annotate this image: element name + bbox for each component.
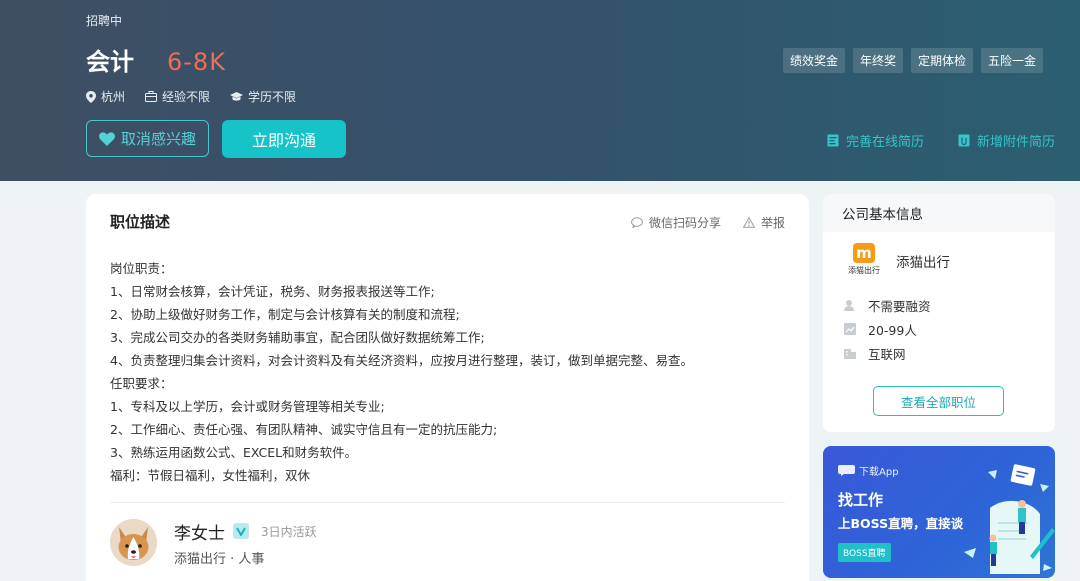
benefit-tag: 绩效奖金 — [782, 48, 845, 73]
company-facts: 不需要融资 20-99人 互联网 — [844, 293, 1055, 365]
app-tag: 下载App — [838, 463, 899, 478]
desc-line: 岗位职责： — [110, 261, 173, 276]
logo-mark: m — [853, 243, 875, 263]
resume-icon — [827, 134, 839, 147]
app-tag-text: 下载App — [859, 467, 899, 478]
corgi-avatar-icon — [110, 519, 157, 566]
boss-app-button[interactable]: BOSS直聘 — [838, 543, 891, 562]
heart-icon — [99, 131, 115, 146]
financing-icon — [844, 300, 854, 311]
logo-text: 添猫出行 — [848, 266, 880, 275]
title-row: 会计 6-8K — [86, 42, 226, 77]
desc-line: 4、负责整理归集会计资料，对会计资料及有关经济资料，应按月进行整理，装订，做到单… — [110, 353, 693, 368]
wechat-share-label: 微信扫码分享 — [648, 216, 721, 230]
app-title: 找工作 — [838, 491, 884, 509]
company-main[interactable]: m 添猫出行 添猫出行 — [847, 243, 1055, 279]
desc-line: 福利：节假日福利，女性福利，双休 — [110, 468, 311, 483]
warning-icon — [742, 217, 755, 228]
app-download-banner[interactable]: 下载App 找工作 上BOSS直聘，直接谈 BOSS直聘 — [823, 446, 1055, 578]
complete-resume-label: 完善在线简历 — [845, 135, 924, 150]
add-attachment-label: 新增附件简历 — [976, 135, 1055, 150]
verified-icon — [233, 523, 249, 539]
benefit-tags: 绩效奖金 年终奖 定期体检 五险一金 — [775, 48, 1043, 73]
view-all-jobs-button[interactable]: 查看全部职位 — [873, 386, 1004, 416]
cancel-interest-button[interactable]: 取消感兴趣 — [86, 120, 209, 157]
industry-text: 互联网 — [868, 346, 906, 362]
company-info-card: 公司基本信息 m 添猫出行 添猫出行 不需要融资 20-99人 互联网 查看全部… — [823, 194, 1055, 432]
experience: 经验不限 — [145, 88, 210, 105]
job-title: 会计 — [86, 48, 134, 76]
recruiter-info[interactable]: 李女士 3日内活跃 添猫出行 · 人事 — [110, 519, 317, 567]
company-name[interactable]: 添猫出行 — [896, 251, 950, 271]
recruiter-details: 李女士 3日内活跃 添猫出行 · 人事 — [174, 519, 317, 567]
desc-line: 2、工作细心、责任心强、有团队精神、诚实守信且有一定的抗压能力; — [110, 422, 498, 437]
wechat-share-button[interactable]: 微信扫码分享 — [631, 214, 721, 231]
desc-line: 任职要求： — [110, 376, 173, 391]
desc-line: 3、完成公司交办的各类财务辅助事宜，配合团队做好数据统筹工作; — [110, 330, 485, 345]
company-logo: m 添猫出行 — [847, 243, 881, 279]
chat-now-button[interactable]: 立即沟通 — [222, 120, 346, 158]
desc-line: 1、专科及以上学历，会计或财务管理等相关专业; — [110, 399, 385, 414]
cancel-interest-label: 取消感兴趣 — [120, 130, 196, 148]
job-description-text: 岗位职责： 1、日常财会核算，会计凭证，税务、财务报表报送等工作; 2、协助上级… — [110, 257, 693, 487]
job-description-card: 职位描述 微信扫码分享 举报 岗位职责： 1、日常财会核算，会计凭证，税务、财务… — [86, 194, 809, 581]
company-size: 20-99人 — [844, 317, 1055, 341]
report-label: 举报 — [760, 216, 785, 230]
company-financing: 不需要融资 — [844, 293, 1055, 317]
job-meta: 杭州 经验不限 学历不限 — [86, 88, 316, 105]
job-offer-illustration-icon — [964, 464, 1055, 574]
education-text: 学历不限 — [248, 90, 297, 104]
attachment-resume-icon — [958, 134, 970, 147]
recruiter-name: 李女士 — [174, 523, 225, 544]
benefit-tag: 五险一金 — [980, 48, 1043, 73]
job-status: 招聘中 — [86, 14, 123, 28]
recruiter-active-status: 3日内活跃 — [261, 524, 317, 539]
resume-links: 完善在线简历 新增附件简历 — [793, 131, 1055, 150]
section-title: 职位描述 — [110, 213, 171, 231]
experience-text: 经验不限 — [162, 90, 211, 104]
recruiter-name-row: 李女士 3日内活跃 — [174, 519, 317, 544]
desc-line: 1、日常财会核算，会计凭证，税务、财务报表报送等工作; — [110, 284, 435, 299]
location: 杭州 — [86, 88, 125, 105]
desc-line: 2、协助上级做好财务工作，制定与会计核算有关的制度和流程; — [110, 307, 460, 322]
chat-bubble-icon — [631, 217, 643, 228]
building-icon — [844, 349, 856, 359]
add-attachment-link[interactable]: 新增附件简历 — [958, 131, 1055, 150]
complete-resume-link[interactable]: 完善在线简历 — [827, 131, 924, 150]
avatar — [110, 519, 157, 566]
report-button[interactable]: 举报 — [742, 214, 785, 231]
financing-text: 不需要融资 — [868, 298, 931, 314]
location-pin-icon — [86, 90, 96, 103]
card-actions: 微信扫码分享 举报 — [609, 214, 785, 231]
job-header-banner: 招聘中 会计 6-8K 杭州 经验不限 学历不限 绩效奖金 年终奖 定期体检 五… — [0, 0, 1080, 181]
company-card-header: 公司基本信息 — [823, 194, 1055, 232]
desc-line: 3、熟练运用函数公式、EXCEL和财务软件。 — [110, 445, 358, 460]
divider — [110, 502, 785, 503]
app-chat-icon — [838, 465, 855, 476]
education: 学历不限 — [230, 88, 296, 105]
salary: 6-8K — [167, 48, 226, 76]
recruiter-company-role: 添猫出行 · 人事 — [174, 552, 265, 567]
benefit-tag: 定期体检 — [910, 48, 973, 73]
company-industry: 互联网 — [844, 341, 1055, 365]
size-text: 20-99人 — [868, 322, 917, 338]
app-subtitle: 上BOSS直聘，直接谈 — [838, 516, 964, 531]
graduation-cap-icon — [230, 91, 244, 101]
location-text: 杭州 — [101, 90, 126, 104]
benefit-tag: 年终奖 — [852, 48, 903, 73]
company-size-icon — [844, 323, 856, 335]
briefcase-icon — [145, 91, 158, 102]
